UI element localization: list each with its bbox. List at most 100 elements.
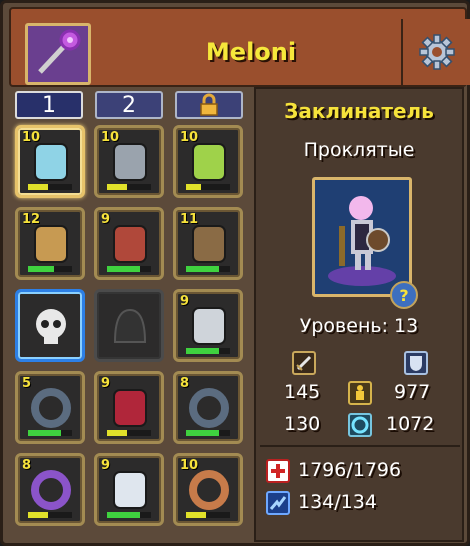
- amulet-icon: [184, 138, 234, 186]
- armor-icon: [404, 351, 428, 375]
- bracelet-icon: [184, 466, 234, 514]
- item-level: 10: [101, 130, 120, 145]
- equipment-slot-armor[interactable]: 9: [94, 207, 164, 280]
- game-window: Meloni 1 2 10 10 10 12 9 11 9 5 9 8 8 9 …: [0, 0, 470, 546]
- helmet-icon: [105, 138, 155, 186]
- item-progress-fill: [28, 266, 55, 272]
- item-progress-bar: [186, 184, 230, 190]
- item-progress-bar: [107, 184, 151, 190]
- item-progress-fill: [28, 430, 61, 436]
- equipment-slot-ring[interactable]: 8: [15, 453, 85, 526]
- item-progress-bar: [186, 430, 230, 436]
- cloak-icon: [26, 138, 76, 186]
- item-progress-bar: [28, 512, 72, 518]
- item-level: 11: [180, 212, 199, 227]
- item-progress-fill: [107, 430, 127, 436]
- gear-icon: [419, 34, 455, 70]
- equipment-slot-belt[interactable]: 9: [94, 371, 164, 444]
- hero-level: Уровень: 13: [299, 315, 419, 337]
- mp-icon: [266, 491, 290, 515]
- item-level: 10: [180, 130, 199, 145]
- equipment-slot-chain-ring[interactable]: 5: [15, 371, 85, 444]
- equipment-slot-mace[interactable]: 12: [15, 207, 85, 280]
- player-name: Meloni: [205, 38, 297, 66]
- item-level: 9: [101, 376, 111, 391]
- hero-portrait[interactable]: [312, 177, 412, 297]
- item-progress-bar: [28, 430, 72, 436]
- chain-ring-icon: [26, 384, 76, 432]
- hero-sprite-icon: [315, 180, 409, 294]
- mana-stat-value: 1072: [386, 413, 435, 435]
- chain-ring-2-icon: [184, 384, 234, 432]
- hero-faction: Проклятые: [303, 139, 415, 161]
- item-level: 8: [180, 376, 190, 391]
- skull-relic-icon: [26, 302, 76, 350]
- mana-stat-icon: [348, 413, 372, 437]
- item-progress-bar: [107, 512, 151, 518]
- equipment-slot-bracelet[interactable]: 10: [173, 453, 243, 526]
- empty-slot-icon: [105, 302, 155, 350]
- item-progress-bar: [186, 266, 230, 272]
- ring-icon: [26, 466, 76, 514]
- shield-icon: [184, 220, 234, 268]
- tab-2[interactable]: 2: [95, 91, 163, 119]
- attack-value: 145: [284, 381, 321, 403]
- equipment-slot-skull-relic[interactable]: [15, 289, 85, 362]
- hero-class: Заклинатель: [284, 99, 434, 123]
- mace-icon: [26, 220, 76, 268]
- boots-icon: [105, 466, 155, 514]
- item-progress-fill: [186, 184, 202, 190]
- player-portrait[interactable]: [25, 23, 91, 85]
- item-level: 9: [101, 458, 111, 473]
- item-level: 8: [22, 458, 32, 473]
- hero-panel: Заклинатель Проклятые ? Уровень: 13 145 …: [254, 87, 464, 542]
- item-progress-fill: [107, 184, 127, 190]
- health-stat-value: 130: [284, 413, 321, 435]
- wand-icon: [28, 26, 88, 82]
- item-progress-bar: [28, 184, 72, 190]
- item-progress-fill: [28, 512, 48, 518]
- hp-value: 1796/1796: [298, 459, 402, 481]
- equipment-slot-chain-ring-2[interactable]: 8: [173, 371, 243, 444]
- lock-icon: [200, 93, 218, 116]
- header-bar: Meloni: [9, 7, 470, 87]
- mp-value: 134/134: [298, 491, 377, 513]
- item-progress-bar: [28, 266, 72, 272]
- item-progress-bar: [107, 266, 151, 272]
- equipment-slot-helmet[interactable]: 10: [94, 125, 164, 198]
- item-level: 9: [101, 212, 111, 227]
- item-progress-fill: [186, 430, 219, 436]
- item-progress-fill: [107, 512, 140, 518]
- settings-button[interactable]: [401, 19, 470, 85]
- item-progress-fill: [28, 184, 48, 190]
- item-level: 9: [180, 294, 190, 309]
- equipment-slot-empty-slot[interactable]: [94, 289, 164, 362]
- item-level: 10: [22, 130, 41, 145]
- armor-icon: [105, 220, 155, 268]
- bracer-icon: [184, 302, 234, 350]
- defense-value: 977: [394, 381, 431, 403]
- item-progress-fill: [186, 266, 219, 272]
- belt-icon: [105, 384, 155, 432]
- item-progress-bar: [186, 348, 230, 354]
- health-stat-icon: [348, 381, 372, 405]
- equipment-slot-shield[interactable]: 11: [173, 207, 243, 280]
- equipment-slot-cloak[interactable]: 10: [15, 125, 85, 198]
- help-button[interactable]: ?: [390, 281, 418, 309]
- equipment-slot-boots[interactable]: 9: [94, 453, 164, 526]
- item-level: 12: [22, 212, 41, 227]
- item-progress-bar: [186, 512, 230, 518]
- item-progress-bar: [107, 430, 151, 436]
- tab-1[interactable]: 1: [15, 91, 83, 119]
- item-progress-fill: [107, 266, 140, 272]
- item-level: 5: [22, 376, 32, 391]
- sword-icon: [292, 351, 316, 375]
- item-progress-fill: [186, 348, 219, 354]
- item-level: 10: [180, 458, 199, 473]
- tab-locked[interactable]: [175, 91, 243, 119]
- equipment-slot-bracer[interactable]: 9: [173, 289, 243, 362]
- item-progress-fill: [186, 512, 206, 518]
- equipment-slot-amulet[interactable]: 10: [173, 125, 243, 198]
- panel-divider: [260, 445, 460, 447]
- hp-icon: [266, 459, 290, 483]
